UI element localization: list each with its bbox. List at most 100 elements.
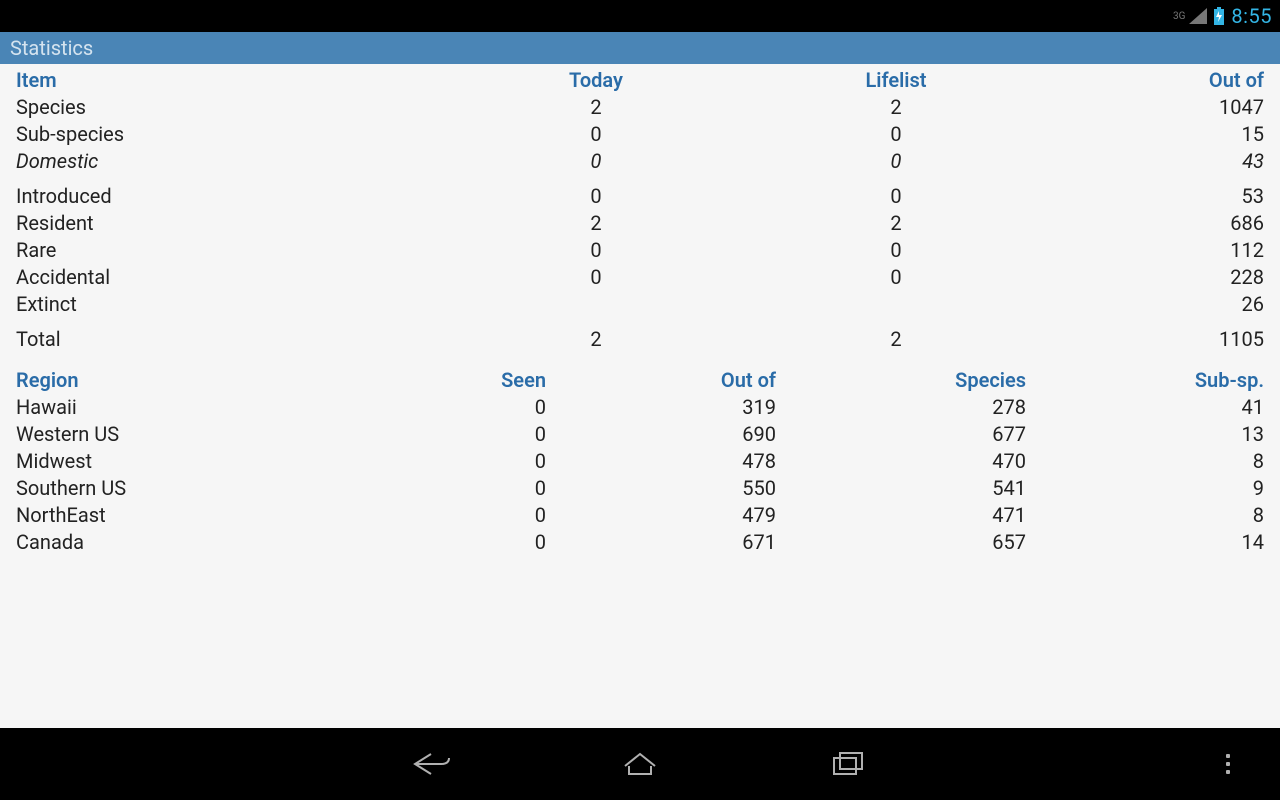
region-outof: 550: [546, 476, 776, 500]
region-label: Southern US: [16, 476, 266, 500]
table-row: Hawaii031927841: [16, 395, 1264, 422]
item-lifelist: 0: [746, 238, 1046, 262]
battery-icon: [1213, 7, 1225, 25]
total-lifelist: 2: [746, 327, 1046, 351]
col-item: Item: [16, 68, 446, 92]
region-subsp: 13: [1026, 422, 1264, 446]
nav-bar: [0, 728, 1280, 800]
region-species: 470: [776, 449, 1026, 473]
item-lifelist: 0: [746, 184, 1046, 208]
region-subsp: 8: [1026, 449, 1264, 473]
region-species: 278: [776, 395, 1026, 419]
item-label: Extinct: [16, 292, 446, 316]
item-label: Sub-species: [16, 122, 446, 146]
item-label: Species: [16, 95, 446, 119]
table-row: Midwest04784708: [16, 449, 1264, 476]
regions-header-row: Region Seen Out of Species Sub-sp.: [16, 368, 1264, 395]
item-lifelist: 0: [746, 149, 1046, 173]
col-region: Region: [16, 368, 266, 392]
total-label: Total: [16, 327, 446, 351]
table-row: Domestic0043: [16, 149, 1264, 176]
item-outof: 43: [1046, 149, 1264, 173]
item-outof: 112: [1046, 238, 1264, 262]
back-button[interactable]: [408, 744, 456, 784]
col-species: Species: [776, 368, 1026, 392]
signal-icon: [1189, 8, 1207, 24]
col-lifelist: Lifelist: [746, 68, 1046, 92]
item-outof: 686: [1046, 211, 1264, 235]
region-seen: 0: [266, 476, 546, 500]
item-today: 0: [446, 184, 746, 208]
item-today: 2: [446, 211, 746, 235]
page-title: Statistics: [10, 36, 93, 60]
region-species: 471: [776, 503, 1026, 527]
region-outof: 319: [546, 395, 776, 419]
items-total-row: Total 2 2 1105: [16, 327, 1264, 354]
home-button[interactable]: [616, 744, 664, 784]
region-species: 677: [776, 422, 1026, 446]
table-row: Canada067165714: [16, 530, 1264, 557]
region-outof: 690: [546, 422, 776, 446]
region-species: 541: [776, 476, 1026, 500]
item-today: 0: [446, 149, 746, 173]
item-today: 0: [446, 265, 746, 289]
region-label: Hawaii: [16, 395, 266, 419]
item-today: 0: [446, 122, 746, 146]
region-subsp: 8: [1026, 503, 1264, 527]
item-lifelist: 0: [746, 265, 1046, 289]
region-subsp: 9: [1026, 476, 1264, 500]
item-label: Introduced: [16, 184, 446, 208]
status-bar: 3G 8:55: [0, 0, 1280, 32]
item-outof: 1047: [1046, 95, 1264, 119]
item-outof: 15: [1046, 122, 1264, 146]
item-lifelist: 2: [746, 95, 1046, 119]
col-seen: Seen: [266, 368, 546, 392]
recent-apps-button[interactable]: [824, 744, 872, 784]
clock: 8:55: [1231, 4, 1272, 28]
region-subsp: 41: [1026, 395, 1264, 419]
region-subsp: 14: [1026, 530, 1264, 554]
table-row: Rare00112: [16, 238, 1264, 265]
table-row: Sub-species0015: [16, 122, 1264, 149]
items-header-row: Item Today Lifelist Out of: [16, 68, 1264, 95]
col-outof: Out of: [1046, 68, 1264, 92]
region-seen: 0: [266, 449, 546, 473]
col-subsp: Sub-sp.: [1026, 368, 1264, 392]
table-row: NorthEast04794718: [16, 503, 1264, 530]
region-seen: 0: [266, 395, 546, 419]
table-row: Southern US05505419: [16, 476, 1264, 503]
region-label: Canada: [16, 530, 266, 554]
item-today: 0: [446, 238, 746, 262]
total-today: 2: [446, 327, 746, 351]
col-today: Today: [446, 68, 746, 92]
item-lifelist: 0: [746, 122, 1046, 146]
item-label: Resident: [16, 211, 446, 235]
overflow-menu-button[interactable]: [1216, 754, 1240, 774]
region-label: NorthEast: [16, 503, 266, 527]
region-outof: 671: [546, 530, 776, 554]
region-seen: 0: [266, 422, 546, 446]
network-type-label: 3G: [1173, 11, 1185, 22]
item-label: Domestic: [16, 149, 446, 173]
region-outof: 478: [546, 449, 776, 473]
title-bar: Statistics: [0, 32, 1280, 64]
total-outof: 1105: [1046, 327, 1264, 351]
table-row: Accidental00228: [16, 265, 1264, 292]
item-outof: 26: [1046, 292, 1264, 316]
region-outof: 479: [546, 503, 776, 527]
col-routof: Out of: [546, 368, 776, 392]
item-today: 2: [446, 95, 746, 119]
table-row: Extinct 26: [16, 292, 1264, 319]
item-label: Accidental: [16, 265, 446, 289]
item-outof: 53: [1046, 184, 1264, 208]
table-row: Western US069067713: [16, 422, 1264, 449]
region-label: Midwest: [16, 449, 266, 473]
item-lifelist: 2: [746, 211, 1046, 235]
item-outof: 228: [1046, 265, 1264, 289]
table-row: Introduced0053: [16, 184, 1264, 211]
table-row: Species221047: [16, 95, 1264, 122]
region-seen: 0: [266, 503, 546, 527]
item-label: Rare: [16, 238, 446, 262]
region-seen: 0: [266, 530, 546, 554]
region-species: 657: [776, 530, 1026, 554]
